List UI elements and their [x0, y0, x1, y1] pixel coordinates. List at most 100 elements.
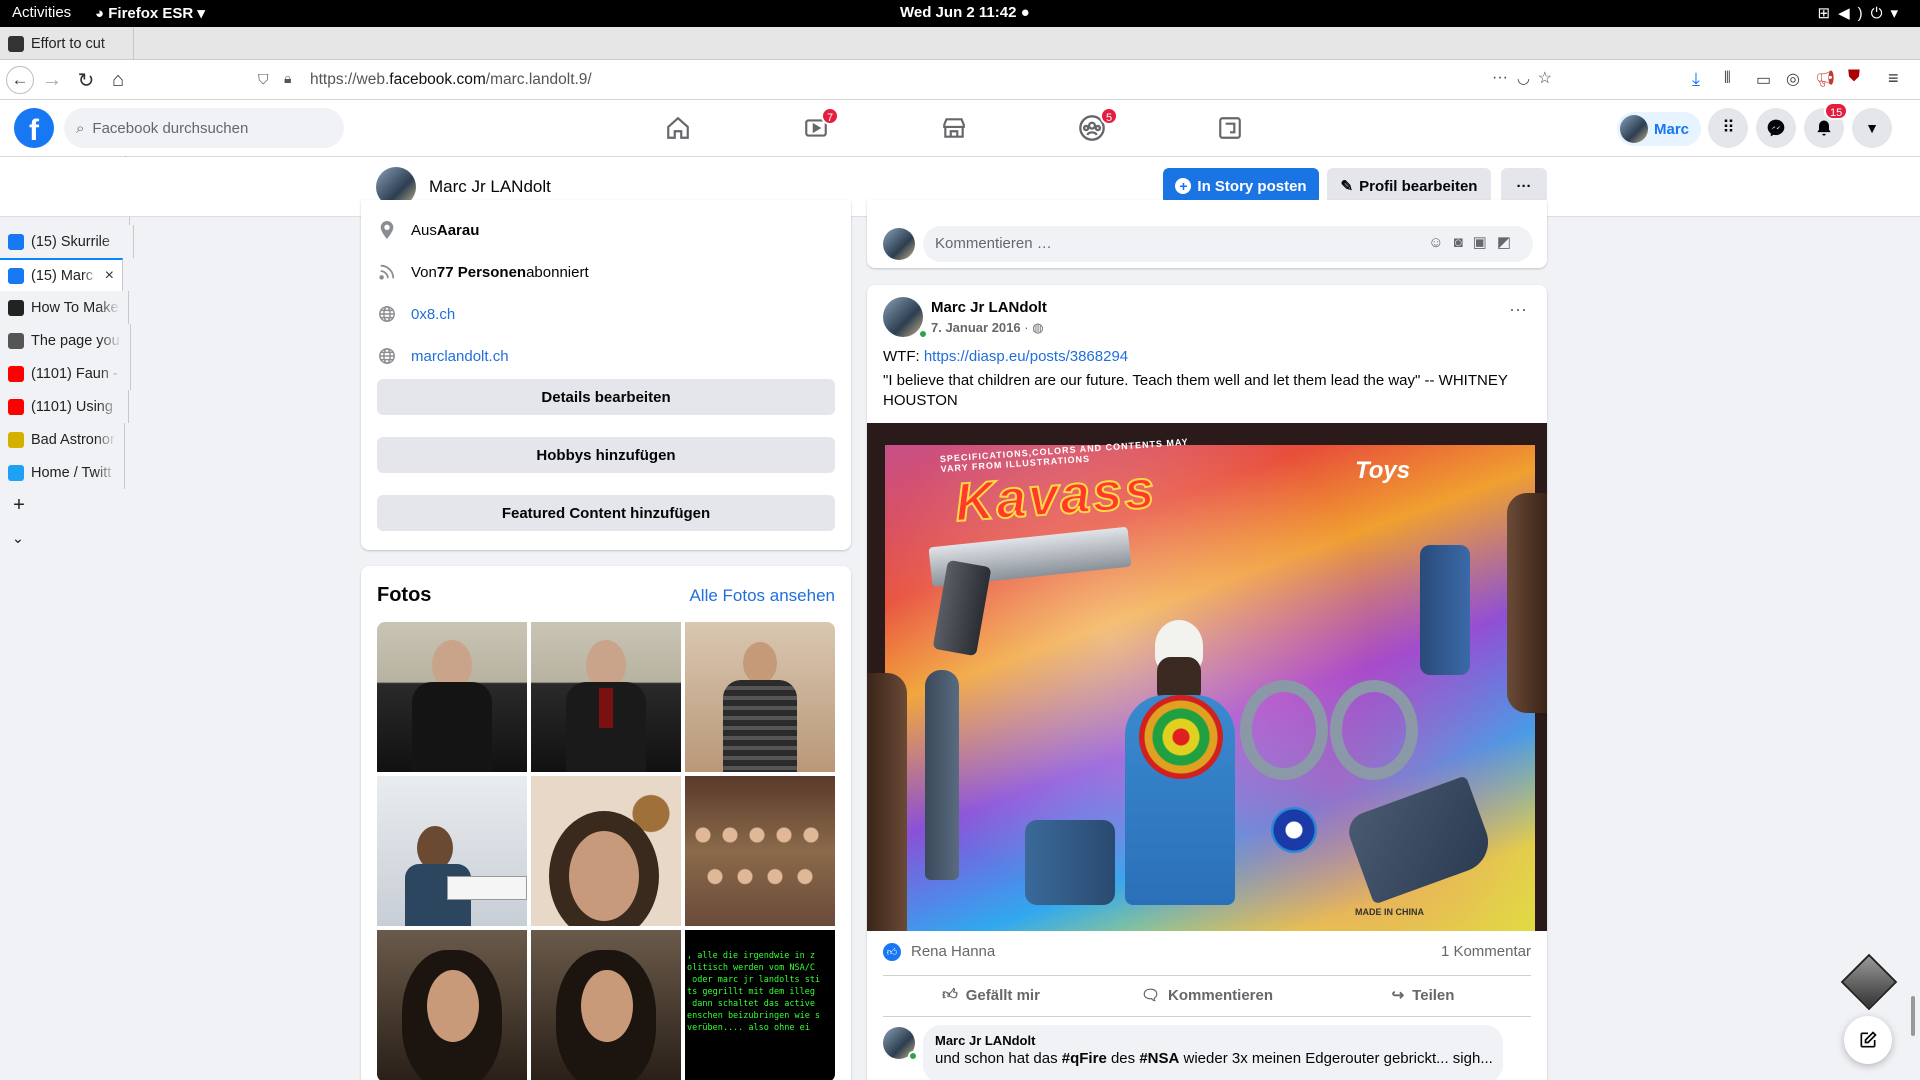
add-hobbies-button[interactable]: Hobbys hinzufügen — [377, 437, 835, 473]
avatar[interactable] — [883, 297, 923, 337]
nav-marketplace[interactable] — [899, 100, 1009, 156]
avatar[interactable] — [883, 228, 915, 260]
browser-tab[interactable]: The page you — [0, 324, 131, 357]
like-button[interactable]: 👍︎ Gefällt mir — [883, 977, 1099, 1013]
menu-button[interactable]: ⠿ — [1708, 108, 1748, 148]
browser-tab[interactable]: How To Make — [0, 291, 129, 324]
emoji-icon[interactable]: ☺ — [1428, 234, 1453, 251]
nav-gaming[interactable] — [1175, 100, 1285, 156]
add-featured-button[interactable]: Featured Content hinzufügen — [377, 495, 835, 531]
photo-thumbnail[interactable] — [531, 930, 681, 1080]
account-icon[interactable]: ◎ — [1786, 69, 1800, 89]
browser-tab[interactable]: Home / Twitt — [0, 456, 125, 489]
url-bar[interactable]: ⛉ 🔒︎ https://web.facebook.com/marc.lando… — [248, 64, 1558, 96]
account-button[interactable]: ▼ — [1852, 108, 1892, 148]
share-button[interactable]: ↪ Teilen — [1315, 977, 1531, 1013]
add-to-story-button[interactable]: + In Story posten — [1163, 168, 1319, 204]
app-menu[interactable]: ◕ Firefox ESR ▾ — [95, 4, 205, 22]
ublock-icon[interactable]: ⛊ — [1848, 68, 1860, 86]
download-icon[interactable]: ⤓ — [1692, 69, 1700, 90]
photo-thumbnail[interactable] — [377, 622, 527, 772]
comment-count[interactable]: 1 Kommentar — [1441, 943, 1531, 960]
camera-icon[interactable]: ◙ — [1454, 234, 1473, 251]
facebook-logo[interactable]: f — [14, 108, 54, 148]
sidebar-icon[interactable]: ▭ — [1756, 70, 1771, 90]
reload-button[interactable]: ↻ — [72, 66, 100, 94]
add-to-story-label: In Story posten — [1197, 177, 1307, 195]
library-icon[interactable]: ⫴ — [1724, 70, 1731, 88]
photo-thumbnail[interactable] — [531, 776, 681, 926]
photo-thumbnail[interactable]: , alle die irgendwie in z olitisch werde… — [685, 930, 835, 1080]
nav-groups[interactable]: 5 — [1037, 100, 1147, 156]
gif-icon[interactable]: ▣ — [1473, 234, 1497, 251]
intro-followers: Von 77 Personen abonniert — [377, 262, 589, 282]
home-button[interactable]: ⌂ — [104, 66, 132, 94]
intro-location: Aus Aarau — [377, 220, 479, 240]
browser-tab[interactable]: Bad Astronor — [0, 423, 125, 456]
post-options-button[interactable]: ··· — [1509, 299, 1527, 320]
new-tab-button[interactable]: + — [0, 489, 38, 522]
post-author[interactable]: Marc Jr LANdolt — [931, 299, 1047, 316]
intro-location-city[interactable]: Aarau — [437, 222, 480, 239]
comment-button[interactable]: 🗨︎ Kommentieren — [1099, 977, 1315, 1013]
page-actions-icon[interactable]: ··· — [1492, 69, 1508, 87]
system-tray[interactable]: ⊞◀)⏻▾ — [1817, 4, 1906, 22]
post-image[interactable]: SPECIFICATIONS,COLORS AND CONTENTS MAY V… — [867, 423, 1547, 931]
comment-author[interactable]: Marc Jr LANdolt — [935, 1033, 1491, 1048]
pocket-icon[interactable]: ◡ — [1517, 69, 1530, 87]
tab-label: Home / Twitt — [31, 464, 112, 481]
lock-icon[interactable]: 🔒︎ — [284, 70, 291, 87]
photo-thumbnail[interactable] — [685, 776, 835, 926]
post-date[interactable]: 7. Januar 2016 — [931, 320, 1021, 335]
activities-button[interactable]: Activities — [12, 4, 71, 21]
photo-thumbnail[interactable] — [377, 776, 527, 926]
nav-watch[interactable]: 7 — [761, 100, 871, 156]
reactor-name[interactable]: Rena Hanna — [911, 943, 995, 960]
photo-thumbnail[interactable] — [377, 930, 527, 1080]
sticker-icon[interactable]: ◩ — [1497, 234, 1521, 251]
bookmark-star-icon[interactable]: ☆ — [1538, 68, 1552, 88]
like-reaction-icon[interactable]: 👍︎ — [883, 943, 901, 961]
browser-tab[interactable]: Effort to cut — [0, 27, 134, 60]
facebook-search-input[interactable]: ⌕ Facebook durchsuchen — [64, 108, 344, 148]
back-button[interactable]: ← — [6, 66, 34, 94]
shield-icon[interactable]: ⛉ — [258, 71, 269, 88]
clock[interactable]: Wed Jun 2 11:42 ● — [900, 4, 1030, 21]
browser-tab[interactable]: (1101) Using — [0, 390, 129, 423]
tab-list-button[interactable]: ⌄ — [0, 522, 36, 555]
nav-home[interactable] — [623, 100, 733, 156]
website-link-1[interactable]: 0x8.ch — [411, 306, 455, 323]
forward-button[interactable]: → — [38, 66, 66, 94]
photo-thumbnail[interactable] — [685, 622, 835, 772]
comment-input[interactable]: Kommentieren … ☺◙▣◩ — [923, 226, 1533, 262]
floating-avatar-button[interactable] — [1840, 953, 1898, 1011]
badastronomy-favicon-icon — [8, 431, 24, 448]
hashtag-link[interactable]: #qFire — [1062, 1050, 1107, 1067]
post-link[interactable]: https://diasp.eu/posts/3868294 — [924, 348, 1128, 365]
photo-thumbnail[interactable] — [531, 622, 681, 772]
website-link-2[interactable]: marclandolt.ch — [411, 348, 509, 365]
browser-tab[interactable]: (15) Marc J × — [0, 258, 123, 291]
megaphone-icon[interactable]: 📢︎ — [1815, 69, 1835, 89]
menu-icon[interactable]: ≡ — [1888, 68, 1899, 89]
see-all-photos-link[interactable]: Alle Fotos ansehen — [689, 586, 835, 606]
profile-name[interactable]: Marc Jr LANdolt — [429, 177, 551, 197]
edit-profile-button[interactable]: ✎ Profil bearbeiten — [1327, 168, 1491, 204]
hashtag-link[interactable]: #NSA — [1139, 1050, 1179, 1067]
messenger-button[interactable] — [1756, 108, 1796, 148]
followers-count[interactable]: 77 Personen — [437, 264, 526, 281]
profile-shortcut[interactable]: Marc — [1617, 112, 1701, 146]
bell-icon — [1817, 120, 1831, 136]
toy-binoculars — [1025, 820, 1115, 905]
browser-tab[interactable]: (1101) Faun - — [0, 357, 131, 390]
url-text[interactable]: https://web.facebook.com/marc.landolt.9/ — [310, 71, 592, 89]
browser-tab[interactable]: (15) Skurrile — [0, 225, 134, 258]
page-scrollbar[interactable] — [1911, 996, 1915, 1036]
more-options-button[interactable]: ··· — [1501, 168, 1547, 204]
grid-icon: ⠿ — [1722, 118, 1734, 137]
close-tab-icon[interactable]: × — [105, 267, 114, 285]
toy-handcuff-right — [1330, 680, 1418, 780]
new-message-button[interactable] — [1844, 1016, 1892, 1064]
edit-details-button[interactable]: Details bearbeiten — [377, 379, 835, 415]
notifications-button[interactable]: 15 — [1804, 102, 1849, 148]
